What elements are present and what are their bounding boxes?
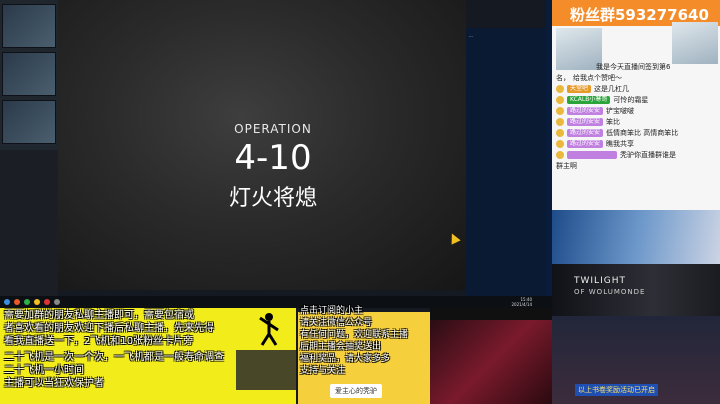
chat-text: 群主啊 xyxy=(556,162,577,170)
chat-row: 路过的安安 笨比 xyxy=(556,117,620,127)
clock-date: 2021/4/14 xyxy=(511,302,532,307)
taskbar: 15:40 2021/4/14 xyxy=(0,296,552,308)
user-icon xyxy=(556,151,564,159)
chat-name: 路过的安安 xyxy=(567,129,604,137)
chat-row: 我是今天直播间签到第6 xyxy=(596,62,670,72)
chat-row: KCALB小寒哥 可怜的霜星 xyxy=(556,95,648,105)
app-icon[interactable] xyxy=(24,299,30,305)
start-icon[interactable] xyxy=(4,299,10,305)
user-icon xyxy=(556,85,564,93)
source-thumbnail[interactable] xyxy=(2,52,56,96)
chat-name: 路过的安安 xyxy=(567,118,604,126)
chat-name: KCALB小寒哥 xyxy=(567,96,611,104)
app-icon[interactable] xyxy=(54,299,60,305)
danmaku-log-panel: ··· xyxy=(466,28,546,296)
chat-text: 这是几杠几 xyxy=(594,85,630,93)
chat-text: 秃驴你直播群谁是 xyxy=(620,151,676,159)
chat-text: 铲宝啵啵 xyxy=(606,107,635,115)
dancing-figure-icon xyxy=(259,313,279,346)
chat-row: 路过的安安 铲宝啵啵 xyxy=(556,106,634,116)
source-thumbnail[interactable] xyxy=(2,4,56,48)
chat-name: 天堂吧 xyxy=(567,85,592,93)
operation-number: 4-10 xyxy=(234,138,312,178)
webcam-feed xyxy=(430,320,552,404)
chat-text: 低情商笨比 高情商笨比 xyxy=(606,129,679,137)
chat-name: 路过的安安 xyxy=(567,107,604,115)
taskbar-clock: 15:40 2021/4/14 xyxy=(511,297,532,307)
obs-side-area xyxy=(0,150,58,300)
signature: 爱主心的秃驴 xyxy=(330,384,382,398)
event-banner-text: 以上书卷奖励活动已开启 xyxy=(575,384,658,396)
notice-line: 需要加群的朋友私聊主播即可，需要包宿或 xyxy=(4,310,194,321)
twilight-subtitle: OF WOLUMONDE xyxy=(574,288,646,296)
operation-label: OPERATION xyxy=(234,122,312,136)
chat-name-badge xyxy=(567,151,617,159)
app-icon[interactable] xyxy=(14,299,20,305)
chat-name: 名， xyxy=(556,74,570,82)
notice-line: 看我直播送一下，2飞机和10张粉丝卡片旁 xyxy=(4,336,194,347)
chat-text: 给我点个赞吧～ xyxy=(573,74,622,82)
voice-line: 点击订阅的小主 xyxy=(300,306,364,316)
chat-row: 名， 给我点个赞吧～ xyxy=(556,73,622,83)
voice-line: 请关注微信公众号 xyxy=(300,318,373,328)
user-icon xyxy=(556,96,564,104)
user-icon xyxy=(556,118,564,126)
voice-line: 有任何问题，欢迎联系主播 xyxy=(300,330,409,340)
user-icon xyxy=(556,107,564,115)
notice-line: 者喜欢看的朋友欢迎下播后私聊主播，先来先得 xyxy=(4,323,214,334)
obs-sources-panel xyxy=(0,0,58,150)
arknights-banner xyxy=(552,210,720,264)
chat-row: 路过的安安 瞧我共享 xyxy=(556,139,634,149)
camera-header xyxy=(430,308,552,320)
app-icon[interactable] xyxy=(34,299,40,305)
chat-text: 瞧我共享 xyxy=(606,140,635,148)
source-thumbnail[interactable] xyxy=(2,100,56,144)
notice-line: 主播可以当狂欢保护者 xyxy=(4,378,104,389)
chat-row: 秃驴你直播群谁是 xyxy=(556,150,676,160)
voice-line: 支持与关注 xyxy=(300,366,346,376)
chat-row: 群主啊 xyxy=(556,161,577,171)
avatar xyxy=(672,22,718,64)
operation-name: 灯火将熄 xyxy=(228,186,317,211)
notice-line: 二十飞机一小时间 xyxy=(4,365,84,376)
user-icon xyxy=(556,129,564,137)
chat-row: 天堂吧 这是几杠几 xyxy=(556,84,629,94)
weapon-image xyxy=(236,350,296,390)
voice-line: 福利奖品，请大家多多 xyxy=(300,354,391,364)
chat-name: 路过的安安 xyxy=(567,140,604,148)
voice-line: 后期主播会抽奖送出 xyxy=(300,342,382,352)
chat-line: ··· xyxy=(469,34,473,39)
app-icon[interactable] xyxy=(44,299,50,305)
chat-text: 我是今天直播间签到第6 xyxy=(596,63,671,71)
notice-line: 二十飞机是一次一个次，一飞机都是一般寿命调查 xyxy=(4,352,224,363)
user-icon xyxy=(556,140,564,148)
chat-row: 路过的安安 低情商笨比 高情商笨比 xyxy=(556,128,678,138)
chat-text: 笨比 xyxy=(606,118,621,126)
chat-text: 可怜的霜星 xyxy=(613,96,649,104)
twilight-title: TWILIGHT xyxy=(574,276,626,286)
